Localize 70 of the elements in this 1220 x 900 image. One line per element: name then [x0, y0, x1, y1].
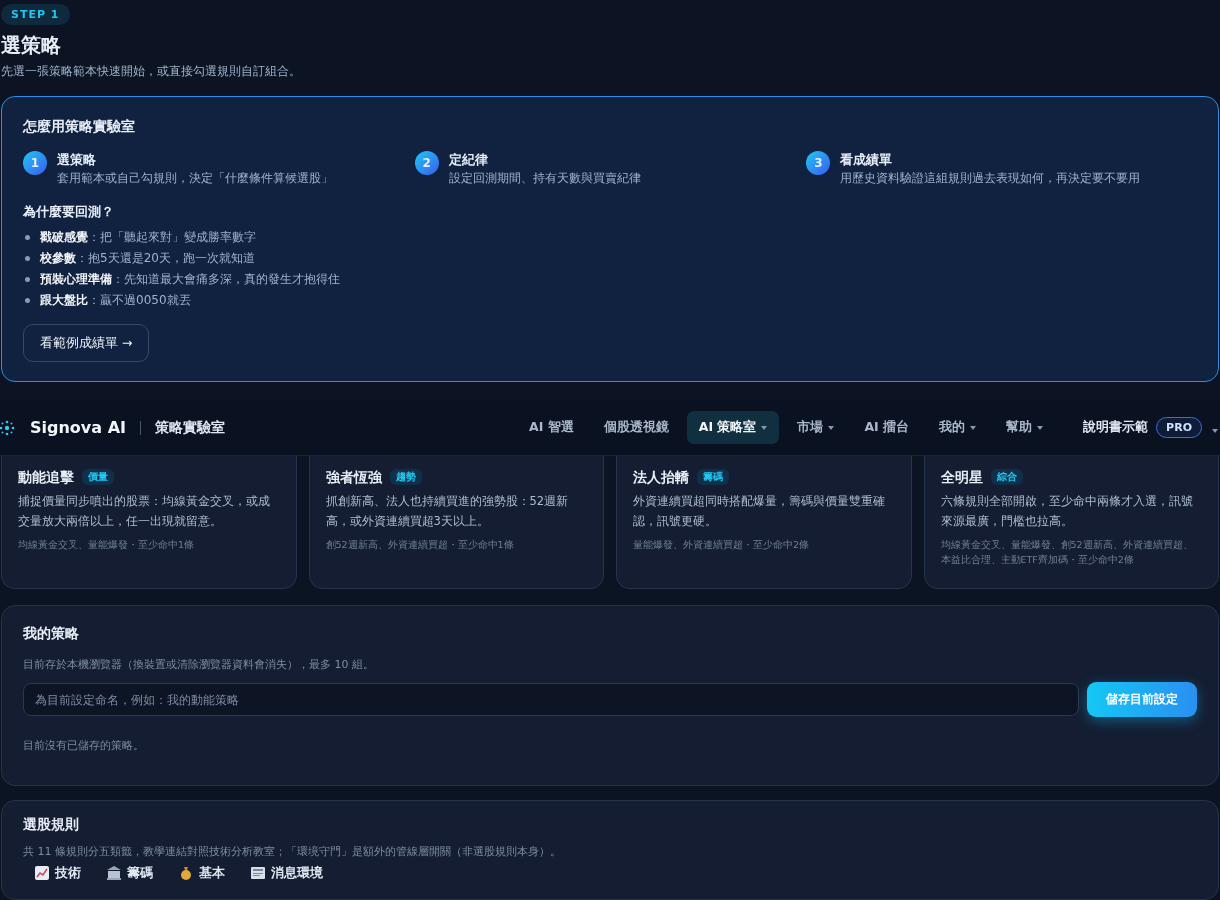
nav-item[interactable]: AI 擂台	[852, 411, 922, 444]
template-name: 強者恆強	[325, 468, 382, 486]
bullet-icon	[25, 297, 30, 303]
template-card[interactable]: 動能追擊 價量 捕捉價量同步噴出的股票：均線黃金交叉，或成交量放大兩倍以上，任一出現就留意。 均線黃金交叉、量能爆發・至少命中1條	[1, 456, 297, 589]
nav-item[interactable]: AI 智選	[517, 411, 586, 444]
step-number: 1	[23, 151, 47, 175]
nav-item[interactable]: AI 策略室	[686, 411, 780, 444]
step-description: 套用範本或自己勾規則，決定「什麼條件算候選股」	[57, 171, 333, 185]
chart-icon	[35, 866, 49, 880]
template-card[interactable]: 法人抬轎 籌碼 外資連續買超同時搭配爆量，籌碼與價量雙重確認，訊號更硬。 量能爆發、外資連續買超・至少命中2條	[616, 456, 912, 589]
category-tab[interactable]: 消息環境	[251, 865, 323, 881]
template-tag: 籌碼	[697, 469, 729, 485]
step-description: 設定回測期間、持有天數與買賣紀律	[448, 171, 641, 185]
template-name: 全明星	[940, 468, 983, 486]
reason-text: 預裝心理準備：先知道最大會痛多深，真的發生才抱得住	[40, 271, 340, 287]
strategy-name-field[interactable]: 為目前設定命名，例如：我的動能策略	[23, 683, 1079, 716]
nav-item[interactable]: 我的	[927, 411, 989, 444]
section-name: 策略實驗室	[155, 418, 225, 437]
template-description: 捕捉價量同步噴出的股票：均線黃金交叉，或成交量放大兩倍以上，任一出現就留意。	[18, 493, 271, 530]
reason-text: 校參數：抱5天還是20天，跑一次就知道	[40, 250, 255, 266]
section-title: 我的策略	[23, 624, 80, 642]
step-title: 選策略	[57, 152, 97, 168]
bullet-icon	[25, 276, 30, 282]
section-note: 目前存於本機瀏覽器（換裝置或清除瀏覽器資料會消失），最多 10 組。	[23, 658, 375, 672]
template-description: 外資連續買超同時搭配爆量，籌碼與價量雙重確認，訊號更硬。	[633, 493, 886, 530]
sample-report-button[interactable]: 看範例成績單 →	[23, 324, 150, 362]
newspaper-icon	[251, 866, 265, 880]
step-number: 3	[806, 151, 831, 175]
caret-icon	[1212, 429, 1218, 433]
nav-item[interactable]: 個股透視鏡	[591, 411, 681, 444]
template-description: 六條規則全部開啟，至少命中兩條才入選，訊號來源最廣，門檻也拉高。	[940, 493, 1194, 530]
step-badge: STEP 1	[1, 4, 70, 25]
empty-message: 目前沒有已儲存的策略。	[23, 739, 145, 753]
template-card[interactable]: 強者恆強 趨勢 抓創新高、法人也持續買進的強勢股：52週新高，或外資連續買超3天以上。 創52週新高、外資連續買超・至少命中1條	[308, 456, 604, 589]
guide-title: 怎麼用策略實驗室	[23, 117, 136, 135]
step-description: 用歷史資料驗證這組規則過去表現如何，再決定要不要用	[840, 171, 1141, 185]
nav-item[interactable]: 幫助	[994, 411, 1056, 444]
template-rules: 均線黃金交叉、量能爆發、創52週新高、外資連續買超、本益比合理、主動ETF齊加碼・至少命中2條	[940, 538, 1194, 567]
user-name[interactable]: 說明書示範	[1083, 419, 1149, 436]
template-rules: 均線黃金交叉、量能爆發・至少命中1條	[18, 538, 196, 552]
template-tag: 趨勢	[389, 469, 422, 485]
section-note: 共 11 條規則分五類籤，教學連結對照技術分析教室；「環境守門」是額外的管線層開關（非選股規則本身）。	[23, 845, 562, 859]
template-tag: 價量	[82, 469, 114, 485]
template-card[interactable]: 全明星 綜合 六條規則全部開啟，至少命中兩條才入選，訊號來源最廣，門檻也拉高。 均線黃金交叉、量能爆發、創52週新高、外資連續買超、本益比合理、主動ETF齊加碼・至少命中2條	[923, 456, 1219, 589]
bullet-icon	[25, 234, 30, 240]
template-name: 法人抬轎	[633, 468, 689, 486]
brand-name[interactable]: Signova AI	[30, 418, 126, 437]
nav-item[interactable]: 市場	[785, 411, 847, 444]
reason-text: 戳破感覺：把「聽起來對」變成勝率數字	[40, 229, 256, 245]
template-tag: 綜合	[990, 469, 1023, 485]
page-title: 選策略	[1, 33, 62, 57]
section-title: 選股規則	[23, 815, 80, 833]
template-rules: 量能爆發、外資連續買超・至少命中2條	[633, 538, 811, 552]
plan-badge: PRO	[1156, 417, 1202, 438]
page-subtitle: 先選一張策略範本快速開始，或直接勾選規則自訂組合。	[1, 63, 302, 79]
step-number: 2	[414, 151, 439, 175]
template-name: 動能追擊	[18, 468, 74, 486]
template-rules: 創52週新高、外資連續買超・至少命中1條	[325, 538, 515, 552]
bullet-icon	[25, 255, 30, 261]
reason-text: 跟大盤比：贏不過0050就丟	[40, 292, 191, 308]
category-tab[interactable]: 基本	[179, 865, 225, 881]
why-heading: 為什麼要回測？	[23, 203, 115, 221]
template-description: 抓創新高、法人也持續買進的強勢股：52週新高，或外資連續買超3天以上。	[325, 493, 570, 530]
category-tab[interactable]: 技術	[35, 865, 81, 881]
bank-icon	[107, 866, 121, 880]
category-tab[interactable]: 籌碼	[107, 865, 153, 881]
logo-icon	[0, 418, 16, 437]
money-bag-icon	[179, 866, 193, 880]
step-title: 看成績單	[840, 152, 894, 168]
step-title: 定紀律	[448, 152, 489, 168]
